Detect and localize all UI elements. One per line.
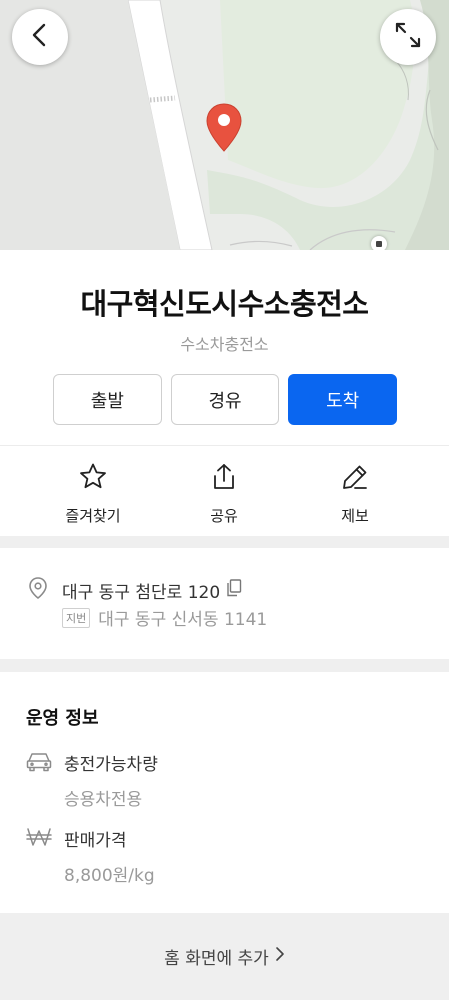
map-view[interactable]: [0, 0, 449, 250]
map-location-marker: [371, 236, 387, 250]
place-title: 대구혁신도시수소충전소: [80, 287, 369, 321]
arrive-button[interactable]: 도착: [288, 374, 398, 425]
place-category: 수소차충전소: [180, 335, 269, 354]
favorite-button[interactable]: 즐겨찾기: [43, 462, 143, 526]
star-icon: [43, 462, 143, 496]
back-button[interactable]: [12, 9, 68, 65]
share-button[interactable]: 공유: [174, 462, 274, 526]
operation-info-section: 운영 정보 충전가능차량 승용차전용 판매가격 8,800원/kg: [0, 672, 449, 913]
jibun-address: 대구 동구 신서동 1141: [98, 610, 268, 630]
report-label: 제보: [341, 507, 369, 525]
section-divider: [0, 536, 449, 548]
jibun-badge: 지번: [62, 607, 91, 628]
action-bar: 즐겨찾기 공유 제보: [0, 446, 449, 536]
price-label: 판매가격: [64, 831, 127, 851]
add-home-button[interactable]: 홈 화면에 추가: [164, 944, 285, 969]
add-home-label: 홈 화면에 추가: [164, 949, 269, 969]
price-info: 판매가격 8,800원/kg: [26, 826, 155, 886]
favorite-label: 즐겨찾기: [65, 507, 121, 525]
share-icon: [174, 462, 274, 496]
road-address-row: 대구 동구 첨단로 120: [28, 576, 242, 604]
share-label: 공유: [210, 507, 238, 525]
start-button[interactable]: 출발: [53, 374, 162, 425]
expand-map-button[interactable]: [380, 9, 436, 65]
vehicle-label: 충전가능차량: [64, 755, 158, 775]
report-button[interactable]: 제보: [305, 462, 405, 526]
copy-icon[interactable]: [226, 579, 242, 601]
operation-title: 운영 정보: [26, 708, 99, 729]
expand-icon: [394, 21, 422, 53]
map-pin-icon[interactable]: [206, 103, 242, 157]
section-divider: [0, 659, 449, 672]
jibun-address-row: 지번 대구 동구 신서동 1141: [62, 605, 267, 630]
chevron-right-icon: [275, 946, 285, 967]
address-section: 대구 동구 첨단로 120 지번 대구 동구 신서동 1141: [0, 548, 449, 659]
waypoint-button[interactable]: 경유: [170, 374, 280, 425]
won-icon: [26, 826, 52, 852]
footer: 홈 화면에 추가: [0, 913, 449, 1000]
chevron-left-icon: [27, 22, 53, 52]
place-header: 대구혁신도시수소충전소 수소차충전소: [0, 250, 449, 355]
location-pin-icon: [28, 576, 48, 604]
vehicle-value: 승용차전용: [64, 790, 143, 810]
pencil-icon: [305, 462, 405, 496]
route-buttons: 출발 경유 도착: [53, 374, 398, 425]
car-icon: [26, 750, 52, 776]
vehicle-info: 충전가능차량 승용차전용: [26, 750, 158, 810]
price-value: 8,800원/kg: [64, 866, 155, 886]
road-address: 대구 동구 첨단로 120: [62, 582, 221, 603]
